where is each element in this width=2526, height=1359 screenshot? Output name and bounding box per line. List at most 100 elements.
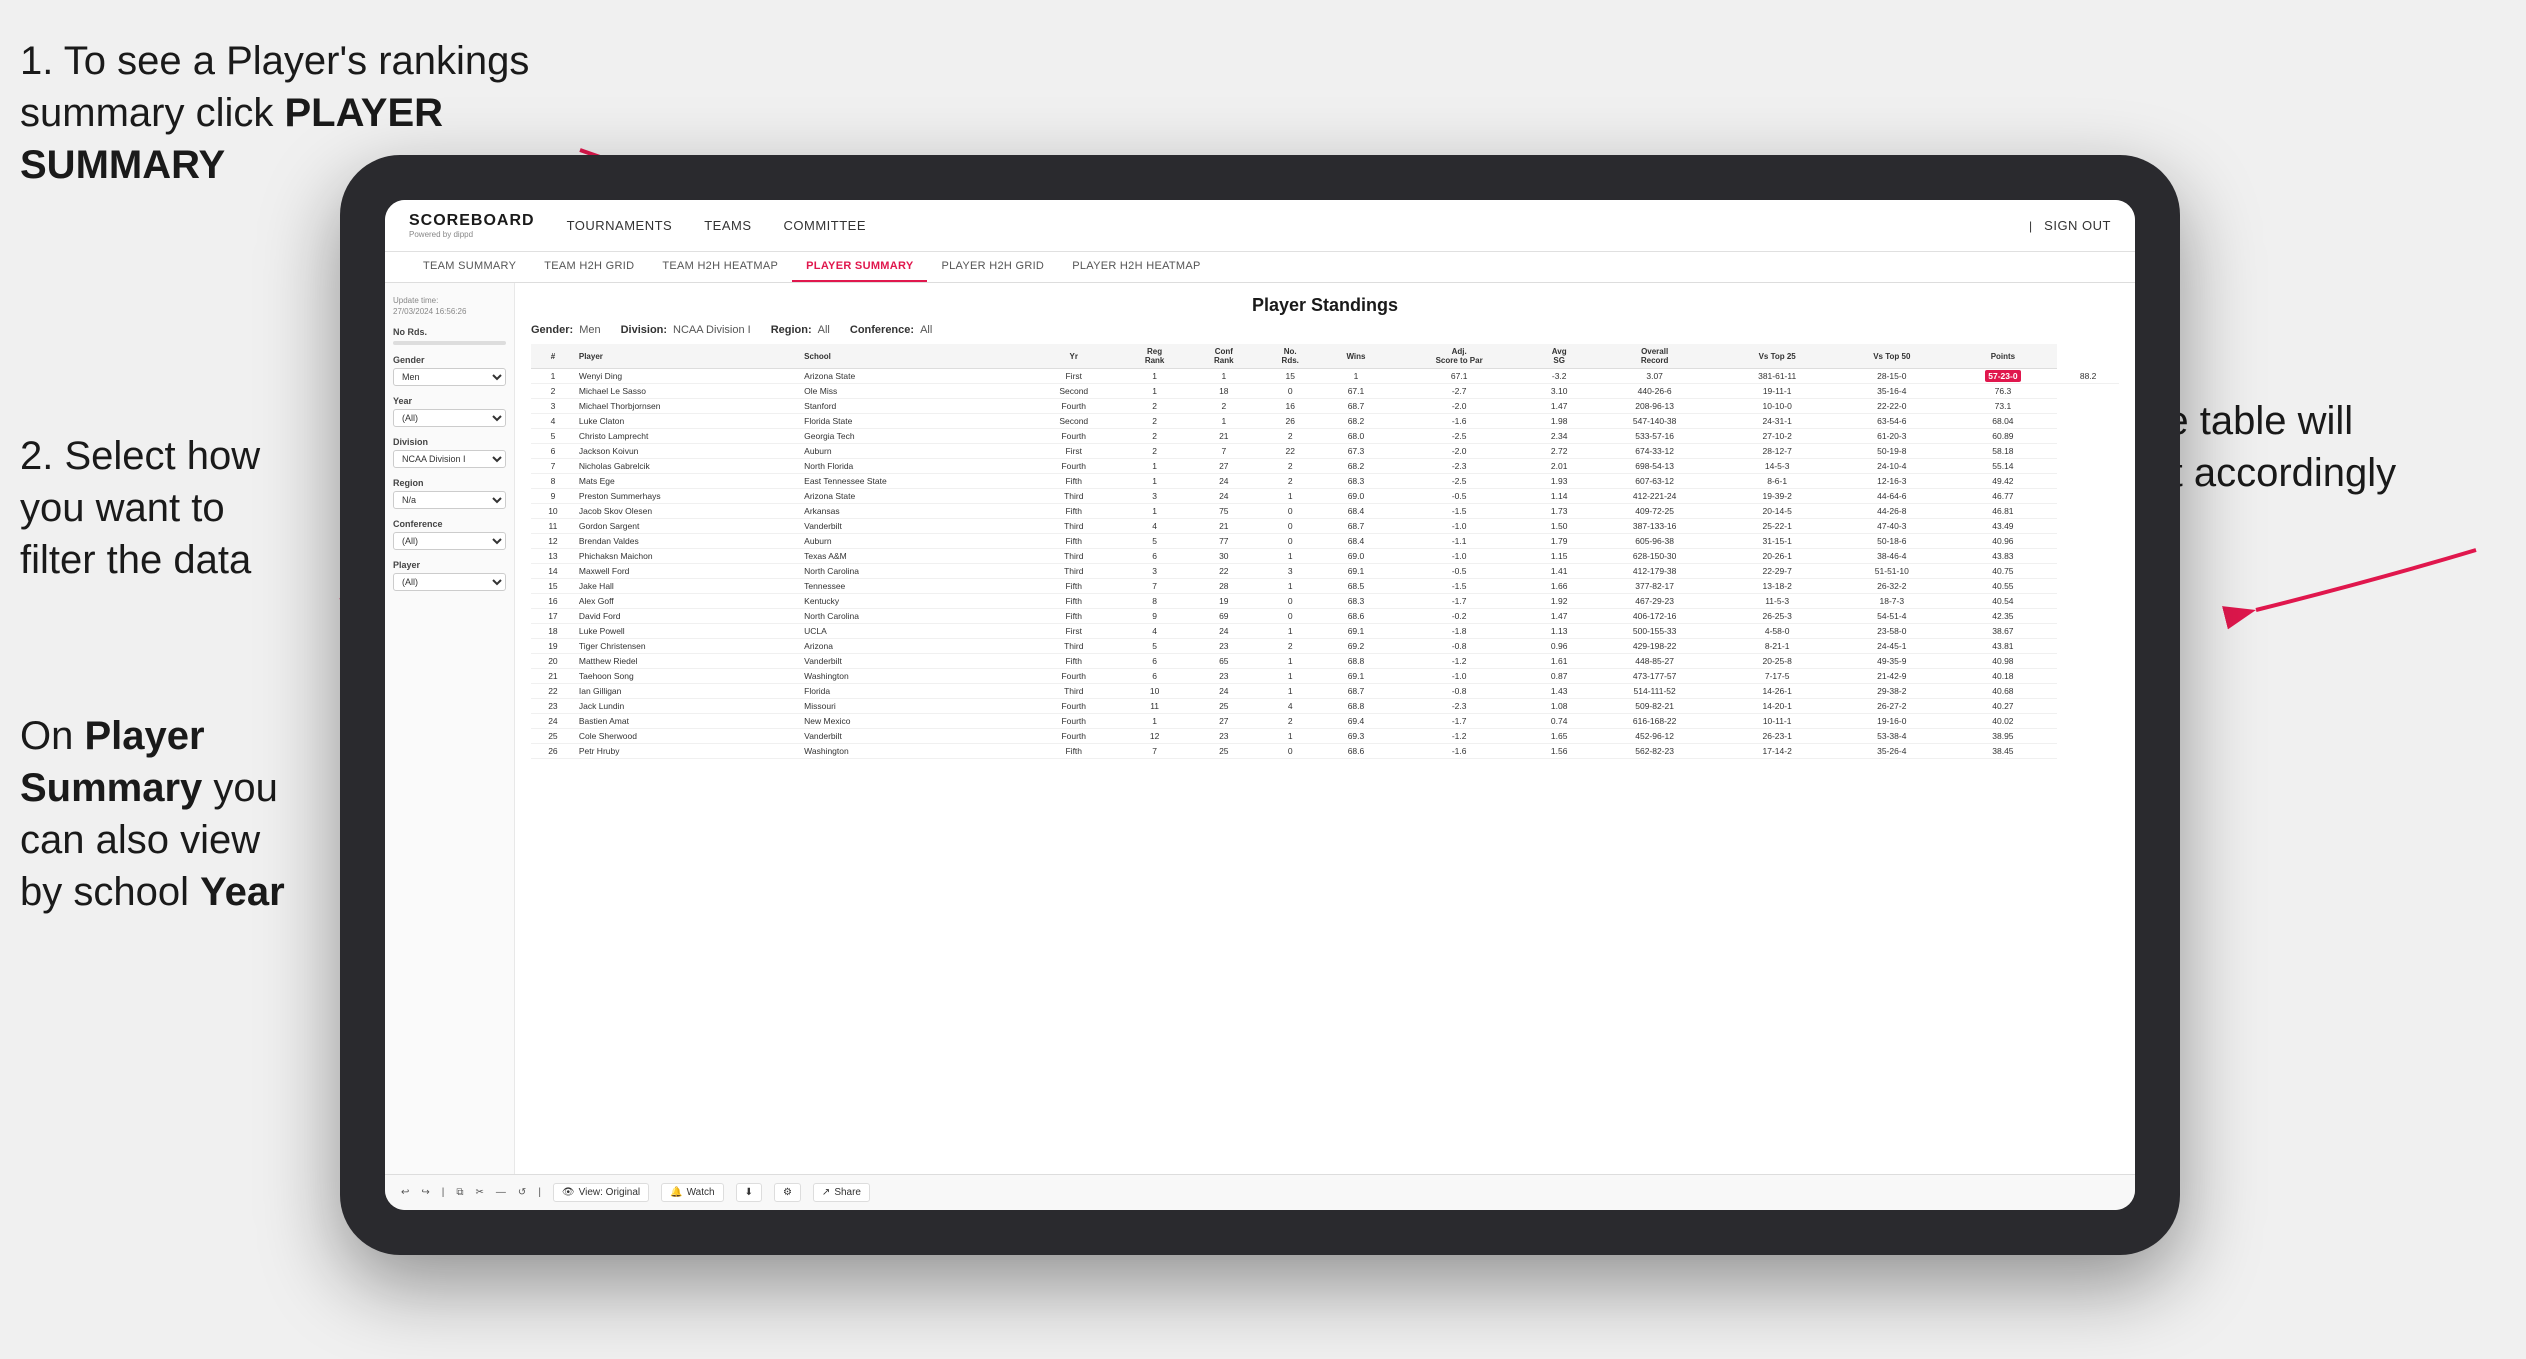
table-cell: Missouri — [800, 699, 1027, 714]
sidebar-conference: Conference (All) — [393, 519, 506, 550]
table-cell: 2 — [531, 384, 575, 399]
watch-btn[interactable]: 🔔 Watch — [661, 1183, 723, 1202]
sub-nav-player-h2h-grid[interactable]: PLAYER H2H GRID — [927, 252, 1058, 282]
table-row: 22Ian GilliganFloridaThird1024168.7-0.81… — [531, 684, 2119, 699]
table-cell: 77 — [1189, 534, 1258, 549]
table-cell: 21 — [1189, 429, 1258, 444]
undo-icon[interactable]: ↩ — [401, 1187, 409, 1198]
table-row: 25Cole SherwoodVanderbiltFourth1223169.3… — [531, 729, 2119, 744]
table-cell: 13-18-2 — [1719, 579, 1835, 594]
content-panel: Player Standings Gender: Men Division: N… — [515, 283, 2135, 1174]
table-cell: 26-32-2 — [1835, 579, 1948, 594]
sub-nav-team-h2h-grid[interactable]: TEAM H2H GRID — [530, 252, 648, 282]
year-select[interactable]: (All) — [393, 409, 506, 427]
sub-nav-player-h2h-heatmap[interactable]: PLAYER H2H HEATMAP — [1058, 252, 1214, 282]
table-row: 11Gordon SargentVanderbiltThird421068.7-… — [531, 519, 2119, 534]
points-highlight: 57-23-0 — [1985, 370, 2020, 382]
rds-slider[interactable] — [393, 341, 506, 345]
nav-tournaments[interactable]: TOURNAMENTS — [567, 214, 673, 237]
filter-gender-val: Men — [579, 324, 600, 336]
table-cell: 31-15-1 — [1719, 534, 1835, 549]
table-cell: 0 — [1258, 504, 1322, 519]
filter-gender-label: Gender: — [531, 324, 573, 336]
division-select[interactable]: NCAA Division I — [393, 450, 506, 468]
conference-select[interactable]: (All) — [393, 532, 506, 550]
refresh-icon[interactable]: ↺ — [518, 1187, 526, 1198]
table-cell: 0 — [1258, 519, 1322, 534]
table-cell: Washington — [800, 669, 1027, 684]
table-cell: -2.0 — [1390, 399, 1528, 414]
table-cell: 21-42-9 — [1835, 669, 1948, 684]
ann1-line1: 1. To see a Player's rankings — [20, 39, 529, 83]
table-cell: -2.3 — [1390, 459, 1528, 474]
col-rank: # — [531, 344, 575, 369]
share-btn[interactable]: ↗ Share — [813, 1183, 870, 1202]
settings-btn[interactable]: ⚙ — [774, 1183, 801, 1202]
table-cell: 514-111-52 — [1590, 684, 1719, 699]
separator3: | — [538, 1187, 541, 1198]
table-cell: 68.8 — [1322, 699, 1390, 714]
nav-signout[interactable]: Sign out — [2044, 214, 2111, 237]
table-cell: 35-26-4 — [1835, 744, 1948, 759]
table-cell: 8-21-1 — [1719, 639, 1835, 654]
table-row: 16Alex GoffKentuckyFifth819068.3-1.71.92… — [531, 594, 2119, 609]
col-vs-top-25: Vs Top 25 — [1719, 344, 1835, 369]
table-cell: 452-96-12 — [1590, 729, 1719, 744]
table-cell: 533-57-16 — [1590, 429, 1719, 444]
separator2: — — [496, 1187, 506, 1198]
table-cell: 5 — [1120, 639, 1189, 654]
sub-nav-team-h2h-heatmap[interactable]: TEAM H2H HEATMAP — [648, 252, 792, 282]
table-cell: Wenyi Ding — [575, 369, 800, 384]
table-row: 1Wenyi DingArizona StateFirst1115167.1-3… — [531, 369, 2119, 384]
table-cell: 1 — [1258, 729, 1322, 744]
redo-icon[interactable]: ↪ — [421, 1187, 429, 1198]
table-cell: 3.07 — [1590, 369, 1719, 384]
table-cell: Arkansas — [800, 504, 1027, 519]
table-row: 21Taehoon SongWashingtonFourth623169.1-1… — [531, 669, 2119, 684]
table-cell: 11-5-3 — [1719, 594, 1835, 609]
cut-icon[interactable]: ✂ — [476, 1187, 484, 1198]
view-icon: 👁 — [562, 1187, 575, 1198]
region-select[interactable]: N/a — [393, 491, 506, 509]
sub-nav-team-summary[interactable]: TEAM SUMMARY — [409, 252, 530, 282]
table-cell: 1 — [1120, 474, 1189, 489]
gender-label: Gender — [393, 355, 506, 365]
table-cell: 40.98 — [1949, 654, 2058, 669]
table-cell: 1 — [1258, 669, 1322, 684]
player-label: Player — [393, 560, 506, 570]
table-cell: 46.81 — [1949, 504, 2058, 519]
sub-nav-player-summary[interactable]: PLAYER SUMMARY — [792, 252, 927, 282]
table-cell: 46.77 — [1949, 489, 2058, 504]
table-cell: 1 — [1120, 369, 1189, 384]
share-label: Share — [834, 1187, 861, 1198]
gender-select[interactable]: Men — [393, 368, 506, 386]
view-original-btn[interactable]: 👁 View: Original — [553, 1183, 649, 1202]
table-cell: Vanderbilt — [800, 519, 1027, 534]
player-select[interactable]: (All) — [393, 573, 506, 591]
table-cell: Fourth — [1028, 669, 1121, 684]
nav-bar: SCOREBOARD Powered by dippd TOURNAMENTS … — [385, 200, 2135, 252]
table-cell: 1.15 — [1528, 549, 1590, 564]
copy-icon[interactable]: ⧉ — [456, 1187, 463, 1198]
table-cell: 69 — [1189, 609, 1258, 624]
download-btn[interactable]: ⬇ — [736, 1183, 762, 1202]
sidebar: Update time: 27/03/2024 16:56:26 No Rds.… — [385, 283, 515, 1174]
table-cell: 5 — [1120, 534, 1189, 549]
table-cell: -0.5 — [1390, 489, 1528, 504]
table-cell: 67.3 — [1322, 444, 1390, 459]
table-cell: 67.1 — [1322, 384, 1390, 399]
table-cell: 75 — [1189, 504, 1258, 519]
table-cell: 509-82-21 — [1590, 699, 1719, 714]
table-cell: 0.87 — [1528, 669, 1590, 684]
sidebar-year: Year (All) — [393, 396, 506, 427]
table-cell: 412-179-38 — [1590, 564, 1719, 579]
nav-teams[interactable]: TEAMS — [704, 214, 751, 237]
table-cell: -3.2 — [1528, 369, 1590, 384]
table-cell: 69.4 — [1322, 714, 1390, 729]
table-cell: 40.96 — [1949, 534, 2058, 549]
download-icon: ⬇ — [745, 1187, 753, 1198]
table-cell: 16 — [531, 594, 575, 609]
nav-committee[interactable]: COMMITTEE — [784, 214, 867, 237]
table-cell: 20-26-1 — [1719, 549, 1835, 564]
table-row: 5Christo LamprechtGeorgia TechFourth2212… — [531, 429, 2119, 444]
